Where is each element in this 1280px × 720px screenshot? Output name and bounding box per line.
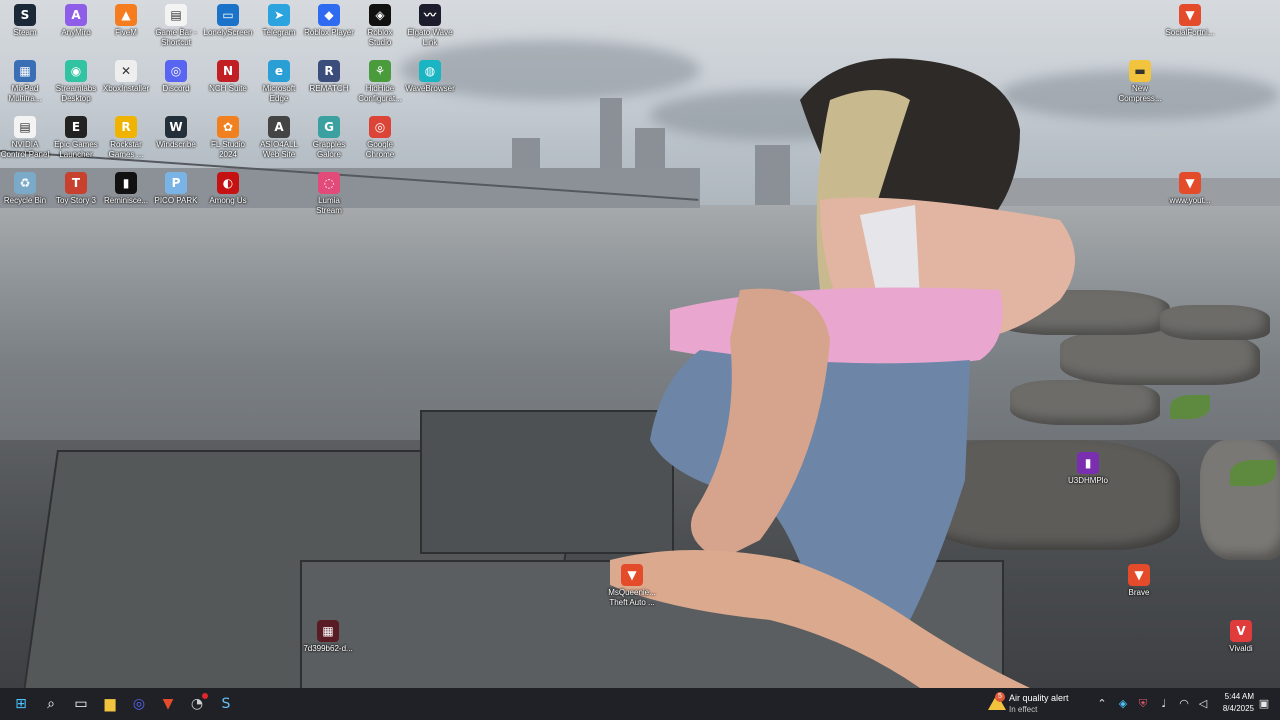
file-icon: ▮ bbox=[1077, 452, 1099, 474]
desktop-icon-msqueenie[interactable]: ▼ MsQueenie... Theft Auto ... bbox=[599, 560, 665, 616]
xbox-icon: ✕ bbox=[115, 60, 137, 82]
wavebrowser-icon: ◍ bbox=[419, 60, 441, 82]
brave-icon: ▼ bbox=[1179, 4, 1201, 26]
icon-label: Brave bbox=[1128, 588, 1150, 597]
roblox-studio-icon: ◈ bbox=[369, 4, 391, 26]
clock-time: 5:44 AM bbox=[1224, 692, 1254, 701]
lumia-stream-icon: ◌ bbox=[318, 172, 340, 194]
task-view-button[interactable]: ▭ bbox=[69, 692, 93, 716]
grapples-icon: G bbox=[318, 116, 340, 138]
desktop-icon-elgato-wave-link[interactable]: 〰 Elgato Wave Link bbox=[397, 0, 463, 56]
wifi-icon[interactable]: ◠ bbox=[1177, 696, 1191, 712]
discord-taskbar-button[interactable]: ◎ bbox=[127, 692, 151, 716]
brave-icon: ▼ bbox=[621, 564, 643, 586]
toy-story-icon: T bbox=[65, 172, 87, 194]
microphone-icon[interactable]: ♩ bbox=[1157, 696, 1171, 712]
notification-dot bbox=[202, 693, 208, 699]
desktop-icon-u3dhmplo[interactable]: ▮ U3DHMPlo bbox=[1055, 448, 1121, 504]
lonelyscreen-icon: ▭ bbox=[217, 4, 239, 26]
weather-title: Air quality alert bbox=[1009, 693, 1069, 703]
steam-taskbar-button[interactable]: S bbox=[214, 692, 238, 716]
steam-icon: S bbox=[14, 4, 36, 26]
image-file-icon: ▦ bbox=[317, 620, 339, 642]
reminisce-icon: ▮ bbox=[115, 172, 137, 194]
weather-subtitle: In effect bbox=[1009, 705, 1038, 714]
file-explorer-button[interactable]: ▆ bbox=[98, 692, 122, 716]
start-button[interactable]: ⊞ bbox=[9, 692, 33, 716]
vivaldi-icon: V bbox=[1230, 620, 1252, 642]
anymiro-icon: A bbox=[65, 4, 87, 26]
icon-label: Google Chrome bbox=[365, 140, 395, 159]
mixpad-icon: ▦ bbox=[14, 60, 36, 82]
notification-bell-icon[interactable]: ▣ bbox=[1257, 696, 1271, 712]
among-us-icon: ◐ bbox=[217, 172, 239, 194]
pico-park-icon: P bbox=[165, 172, 187, 194]
icon-label: New Compress... bbox=[1118, 84, 1162, 103]
desktop-icon-new-compressed[interactable]: ▬ New Compress... bbox=[1107, 56, 1173, 112]
shortcut-file-icon: ▤ bbox=[14, 116, 36, 138]
volume-icon[interactable]: ◁ bbox=[1196, 696, 1210, 712]
desktop-icon-vivaldi[interactable]: V Vivaldi bbox=[1208, 616, 1274, 672]
recycle-bin-icon: ♻ bbox=[14, 172, 36, 194]
desktop-icon-7d399b62[interactable]: ▦ 7d399b62-d... bbox=[295, 616, 361, 672]
clock[interactable]: 5:44 AM 8/4/2025 bbox=[1212, 691, 1254, 717]
desktop-icon-wavebrowser[interactable]: ◍ WaveBrowser bbox=[397, 56, 463, 112]
weather-widget[interactable]: 5 Air quality alert In effect bbox=[986, 690, 1096, 718]
rock bbox=[1160, 305, 1270, 340]
elgato-icon: 〰 bbox=[419, 4, 441, 26]
network-app-icon[interactable]: ◈ bbox=[1116, 696, 1130, 712]
streamlabs-icon: ◉ bbox=[65, 60, 87, 82]
search-button[interactable]: ⌕ bbox=[39, 692, 63, 716]
plant bbox=[1230, 460, 1276, 486]
plant bbox=[1170, 395, 1210, 419]
desktop-icon-among-us[interactable]: ◐ Among Us bbox=[195, 168, 261, 224]
woman-figure bbox=[610, 58, 1075, 688]
chevron-up-icon[interactable]: ⌃ bbox=[1095, 696, 1109, 712]
shield-icon[interactable]: ⛨ bbox=[1136, 696, 1150, 712]
icon-label: Vivaldi bbox=[1229, 644, 1253, 653]
icon-label: WaveBrowser bbox=[405, 84, 455, 93]
desktop-icon-lumia-stream[interactable]: ◌ Lumia Stream bbox=[296, 168, 362, 224]
epic-games-icon: E bbox=[65, 116, 87, 138]
fl-studio-icon: ✿ bbox=[217, 116, 239, 138]
icon-label: MsQueenie... Theft Auto ... bbox=[608, 588, 656, 607]
fivem-icon: ▲ bbox=[115, 4, 137, 26]
icon-label: U3DHMPlo bbox=[1067, 476, 1108, 485]
telegram-icon: ➤ bbox=[268, 4, 290, 26]
icon-label: 7d399b62-d... bbox=[303, 644, 353, 653]
shortcut-file-icon: ▤ bbox=[165, 4, 187, 26]
icon-label: SocialFortni... bbox=[1165, 28, 1215, 37]
discord-icon: ◎ bbox=[165, 60, 187, 82]
edge-icon: e bbox=[268, 60, 290, 82]
desktop-icon-brave[interactable]: ▼ Brave bbox=[1106, 560, 1172, 616]
windscribe-icon: W bbox=[165, 116, 187, 138]
desktop-icon-chrome[interactable]: ◎ Google Chrome bbox=[347, 112, 413, 168]
rockstar-icon: R bbox=[115, 116, 137, 138]
nch-icon: N bbox=[217, 60, 239, 82]
hidhide-icon: ⚘ bbox=[369, 60, 391, 82]
icon-label: www.yout... bbox=[1169, 196, 1211, 205]
clock-date: 8/4/2025 bbox=[1222, 704, 1254, 713]
roblox-icon: ◆ bbox=[318, 4, 340, 26]
brave-icon: ▼ bbox=[1179, 172, 1201, 194]
icon-label: Among Us bbox=[209, 196, 247, 205]
desktop-icon-youtube-link[interactable]: ▼ www.yout... bbox=[1157, 168, 1223, 224]
chrome-icon: ◎ bbox=[369, 116, 391, 138]
zip-folder-icon: ▬ bbox=[1129, 60, 1151, 82]
alert-count-badge: 5 bbox=[995, 692, 1005, 702]
asio-icon: A bbox=[268, 116, 290, 138]
icon-label: Elgato Wave Link bbox=[407, 28, 453, 47]
desktop-icon-socialfortnite[interactable]: ▼ SocialFortni... bbox=[1157, 0, 1223, 56]
taskbar: ⊞ ⌕ ▭ ▆ ◎ ▼ ◔ S 5 Air quality alert In e… bbox=[0, 688, 1280, 720]
icon-label: Lumia Stream bbox=[316, 196, 342, 215]
brave-icon: ▼ bbox=[1128, 564, 1150, 586]
rock bbox=[1200, 440, 1280, 560]
brave-taskbar-button[interactable]: ▼ bbox=[156, 692, 180, 716]
desktop-wallpaper: S Steam A AnyMiro ▲ FiveM ▤ Game Bar - Short… bbox=[0, 0, 1280, 688]
rematch-icon: R bbox=[318, 60, 340, 82]
